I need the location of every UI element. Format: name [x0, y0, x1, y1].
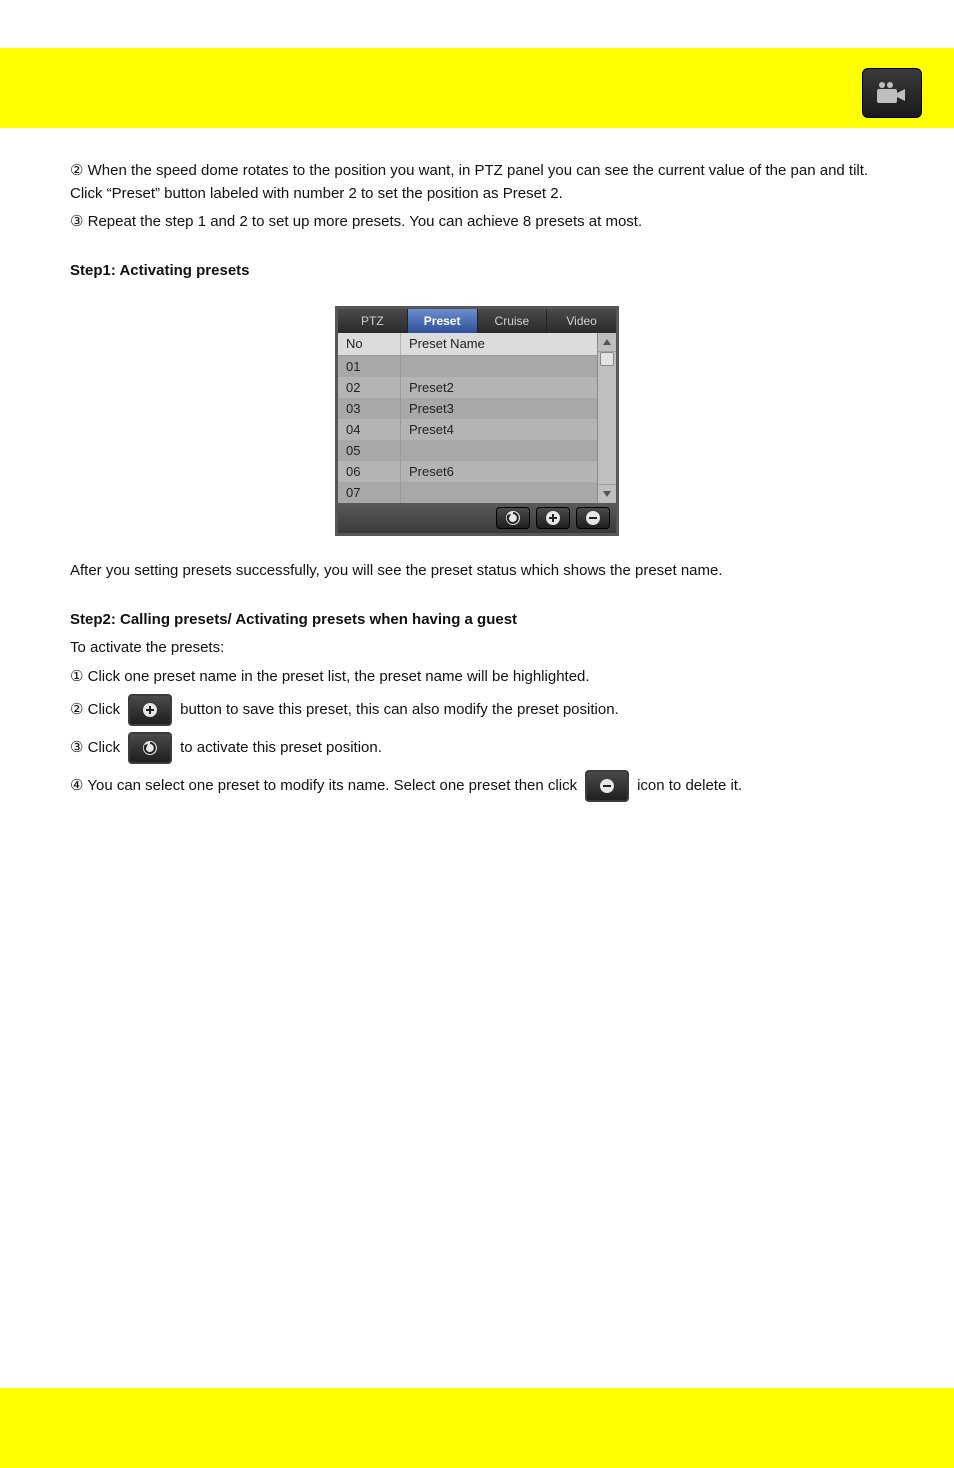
plus-icon — [128, 694, 172, 726]
bottom-padding — [70, 808, 884, 1208]
activate-step-1: ① Click one preset name in the preset li… — [70, 666, 884, 689]
activate-step-3-post: to activate this preset position. — [180, 737, 382, 760]
add-button[interactable] — [536, 507, 570, 529]
row-no: 04 — [338, 419, 401, 440]
tab-preset[interactable]: Preset — [408, 309, 478, 333]
step2-heading: Step2: Calling presets/ Activating prese… — [70, 609, 884, 632]
row-name: Preset2 — [401, 377, 597, 398]
row-name: Preset6 — [401, 461, 597, 482]
footer-bar — [0, 1388, 954, 1468]
col-header-no: No — [338, 333, 401, 355]
tab-strip: PTZ Preset Cruise Video — [338, 309, 616, 333]
row-no: 06 — [338, 461, 401, 482]
row-no: 07 — [338, 482, 401, 503]
refresh-button[interactable] — [496, 507, 530, 529]
row-name — [401, 356, 597, 377]
row-name — [401, 482, 597, 503]
row-name — [401, 440, 597, 461]
remove-button[interactable] — [576, 507, 610, 529]
col-header-name: Preset Name — [401, 333, 597, 355]
scroll-up-icon[interactable] — [598, 333, 616, 352]
row-no: 01 — [338, 356, 401, 377]
activate-step-2: ② Click button to save this preset, this… — [70, 694, 884, 726]
step1-heading: Step1: Activating presets — [70, 260, 884, 283]
activate-intro: To activate the presets: — [70, 637, 884, 660]
header-bar — [0, 48, 954, 128]
table-row[interactable]: 07 — [338, 482, 597, 503]
activate-step-2-post: button to save this preset, this can als… — [180, 699, 619, 722]
top-white-spacer — [0, 0, 954, 48]
intro-para-2: ③ Repeat the step 1 and 2 to set up more… — [70, 211, 884, 234]
scroll-thumb[interactable] — [600, 352, 614, 366]
table-row[interactable]: 05 — [338, 440, 597, 461]
table-row[interactable]: 03Preset3 — [338, 398, 597, 419]
row-name: Preset4 — [401, 419, 597, 440]
camera-icon — [862, 68, 922, 118]
scroll-down-icon[interactable] — [598, 484, 616, 503]
preset-table: No Preset Name 0102Preset203Preset304Pre… — [338, 333, 597, 503]
row-no: 02 — [338, 377, 401, 398]
refresh-icon — [128, 732, 172, 764]
tab-video[interactable]: Video — [547, 309, 616, 333]
row-no: 05 — [338, 440, 401, 461]
after-ui-para: After you setting presets successfully, … — [70, 560, 884, 583]
page-content: ② When the speed dome rotates to the pos… — [0, 128, 954, 1388]
panel-footer — [338, 503, 616, 533]
scrollbar[interactable] — [597, 333, 616, 503]
tab-ptz[interactable]: PTZ — [338, 309, 408, 333]
activate-step-3-pre: ③ Click — [70, 737, 120, 760]
activate-step-3: ③ Click to activate this preset position… — [70, 732, 884, 764]
table-row[interactable]: 06Preset6 — [338, 461, 597, 482]
tab-cruise[interactable]: Cruise — [478, 309, 548, 333]
table-row[interactable]: 04Preset4 — [338, 419, 597, 440]
activate-step-2-pre: ② Click — [70, 699, 120, 722]
row-name: Preset3 — [401, 398, 597, 419]
delete-step: ④ You can select one preset to modify it… — [70, 770, 884, 802]
table-row[interactable]: 01 — [338, 356, 597, 377]
delete-step-post: icon to delete it. — [637, 775, 742, 798]
table-row[interactable]: 02Preset2 — [338, 377, 597, 398]
row-no: 03 — [338, 398, 401, 419]
preset-panel: PTZ Preset Cruise Video No Preset Name 0… — [335, 306, 619, 536]
minus-icon — [585, 770, 629, 802]
delete-step-pre: ④ You can select one preset to modify it… — [70, 775, 577, 798]
intro-para-1: ② When the speed dome rotates to the pos… — [70, 160, 884, 205]
